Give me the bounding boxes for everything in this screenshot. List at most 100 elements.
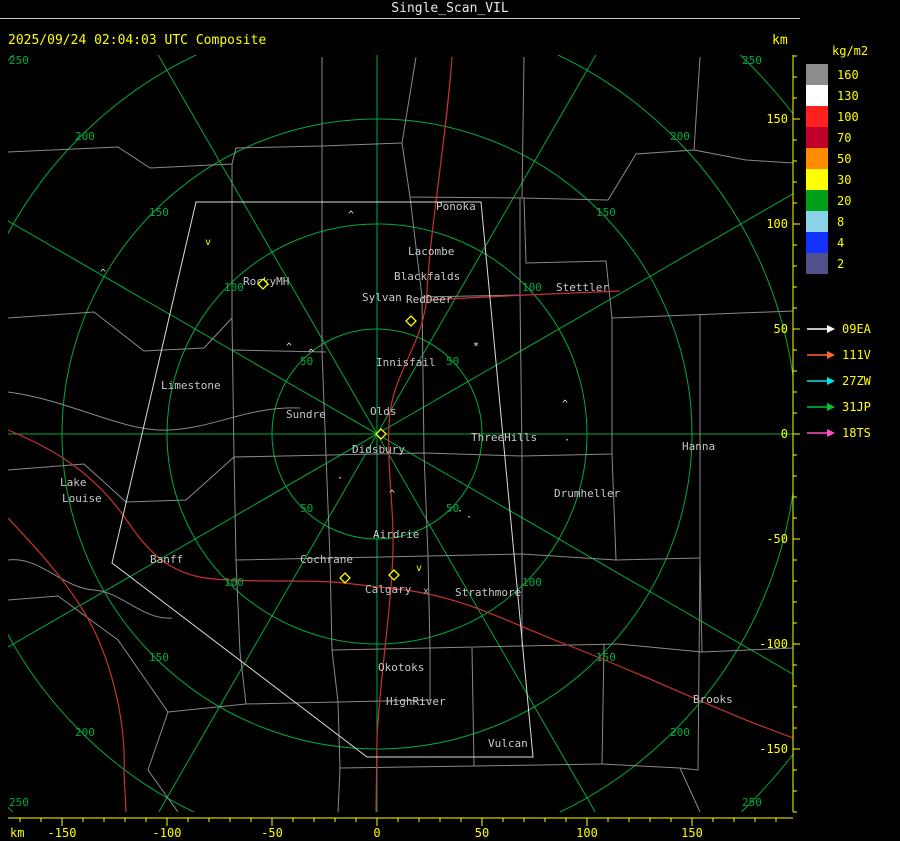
storm-vector-legend: 09EA 111V 27ZW 31JP 18TS bbox=[806, 316, 871, 446]
city-label: Hanna bbox=[682, 440, 715, 453]
axis-tick-label: -50 bbox=[766, 532, 788, 546]
colorbar-swatch bbox=[806, 85, 828, 106]
map-marker: v bbox=[205, 237, 211, 248]
map-marker: ^ bbox=[308, 348, 314, 359]
colorbar-row: 160 bbox=[806, 64, 859, 85]
range-label: 250 bbox=[742, 54, 762, 67]
city-label: Didsbury bbox=[352, 443, 405, 456]
city-label: Okotoks bbox=[378, 661, 424, 674]
range-label: 50 bbox=[300, 502, 313, 515]
range-label: 50 bbox=[446, 355, 459, 368]
axis-tick-label: 0 bbox=[373, 826, 380, 840]
colorbar-value-label: 50 bbox=[837, 151, 852, 166]
colorbar-row: 2 bbox=[806, 253, 859, 274]
city-label: Innisfail bbox=[376, 356, 436, 369]
city-label: Louise bbox=[62, 492, 102, 505]
storm-vector-row: 27ZW bbox=[806, 368, 871, 394]
map-marker: · bbox=[457, 506, 463, 517]
colorbar-swatch bbox=[806, 211, 828, 232]
colorbar-value-label: 8 bbox=[837, 214, 845, 229]
colorbar-row: 30 bbox=[806, 169, 859, 190]
city-label: Brooks bbox=[693, 693, 733, 706]
range-label: 250 bbox=[9, 54, 29, 67]
range-label: 200 bbox=[670, 130, 690, 143]
axis-tick-label: -100 bbox=[759, 637, 788, 651]
storm-vector-row: 111V bbox=[806, 342, 871, 368]
colorbar-row: 4 bbox=[806, 232, 859, 253]
range-label: 200 bbox=[670, 726, 690, 739]
axis-tick-label: 0 bbox=[781, 427, 788, 441]
colorbar-swatch bbox=[806, 127, 828, 148]
radar-map: 50 50 50 50 100 100 100 100 150 150 150 150 200 200 20… bbox=[8, 54, 800, 840]
colorbar-row: 8 bbox=[806, 211, 859, 232]
axis-tick-label: -150 bbox=[48, 826, 77, 840]
colorbar: 160 130 100 70 50 30 20 8 4 2 bbox=[806, 64, 859, 274]
city-label: RedDeer bbox=[406, 293, 453, 306]
storm-vector-arrow-icon bbox=[807, 325, 835, 333]
city-label: Banff bbox=[150, 553, 183, 566]
colorbar-swatch bbox=[806, 190, 828, 211]
range-label: 250 bbox=[9, 796, 29, 809]
city-label: Blackfalds bbox=[394, 270, 460, 283]
city-label: Limestone bbox=[161, 379, 221, 392]
colorbar-row: 100 bbox=[806, 106, 859, 127]
axis-tick-label: 100 bbox=[766, 217, 788, 231]
colorbar-swatch bbox=[806, 106, 828, 127]
storm-vector-id-label: 111V bbox=[842, 348, 871, 362]
storm-vector-arrow-icon bbox=[807, 429, 835, 437]
storm-vector-row: 09EA bbox=[806, 316, 871, 342]
axis-tick-label: 100 bbox=[576, 826, 598, 840]
colorbar-swatch bbox=[806, 64, 828, 85]
range-label: 100 bbox=[224, 576, 244, 589]
range-label: 100 bbox=[522, 576, 542, 589]
city-label: Lacombe bbox=[408, 245, 454, 258]
range-label: 250 bbox=[742, 796, 762, 809]
storm-vector-id-label: 18TS bbox=[842, 426, 871, 440]
storm-vector-id-label: 27ZW bbox=[842, 374, 871, 388]
map-marker: ^ bbox=[389, 489, 395, 500]
colorbar-value-label: 2 bbox=[837, 256, 845, 271]
city-label: Cochrane bbox=[300, 553, 353, 566]
range-label: 150 bbox=[596, 206, 616, 219]
city-label: Lake bbox=[60, 476, 87, 489]
colorbar-value-label: 160 bbox=[837, 67, 859, 82]
city-label: Ponoka bbox=[436, 200, 476, 213]
axis-tick-label: 50 bbox=[774, 322, 788, 336]
colorbar-value-label: 30 bbox=[837, 172, 852, 187]
range-label: 150 bbox=[149, 206, 169, 219]
map-layers: 50 5050 50100 100100 100150 150150 150200 20020… bbox=[8, 54, 793, 812]
colorbar-swatch bbox=[806, 169, 828, 190]
axis-tick-label: 150 bbox=[681, 826, 703, 840]
city-label: Calgary bbox=[365, 583, 412, 596]
city-label: Sundre bbox=[286, 408, 326, 421]
axis-tick-label: 150 bbox=[766, 112, 788, 126]
colorbar-row: 70 bbox=[806, 127, 859, 148]
range-label: 200 bbox=[75, 130, 95, 143]
colorbar-value-label: 130 bbox=[837, 88, 859, 103]
axis-tick-label: -50 bbox=[261, 826, 283, 840]
city-label: Airdrie bbox=[373, 528, 419, 541]
map-marker: · bbox=[466, 512, 472, 523]
storm-vector-arrow-icon bbox=[807, 377, 835, 385]
range-label: 100 bbox=[224, 281, 244, 294]
colorbar-value-label: 4 bbox=[837, 235, 845, 250]
city-label: Vulcan bbox=[488, 737, 528, 750]
city-label: Stettler bbox=[556, 281, 609, 294]
bottom-axis-unit-label: km bbox=[10, 826, 24, 840]
colorbar-row: 20 bbox=[806, 190, 859, 211]
storm-vector-id-label: 09EA bbox=[842, 322, 871, 336]
map-marker: ^ bbox=[562, 399, 568, 410]
colorbar-row: 50 bbox=[806, 148, 859, 169]
colorbar-swatch bbox=[806, 232, 828, 253]
map-marker: · bbox=[564, 435, 570, 446]
axis-tick-label: 50 bbox=[475, 826, 489, 840]
map-marker: ^ bbox=[286, 342, 292, 353]
colorbar-row: 130 bbox=[806, 85, 859, 106]
storm-vector-row: 31JP bbox=[806, 394, 871, 420]
storm-vector-id-label: 31JP bbox=[842, 400, 871, 414]
colorbar-value-label: 70 bbox=[837, 130, 852, 145]
map-marker: x bbox=[423, 586, 429, 597]
axis-tick-label: -150 bbox=[759, 742, 788, 756]
city-label: Drumheller bbox=[554, 487, 621, 500]
range-label: 100 bbox=[522, 281, 542, 294]
